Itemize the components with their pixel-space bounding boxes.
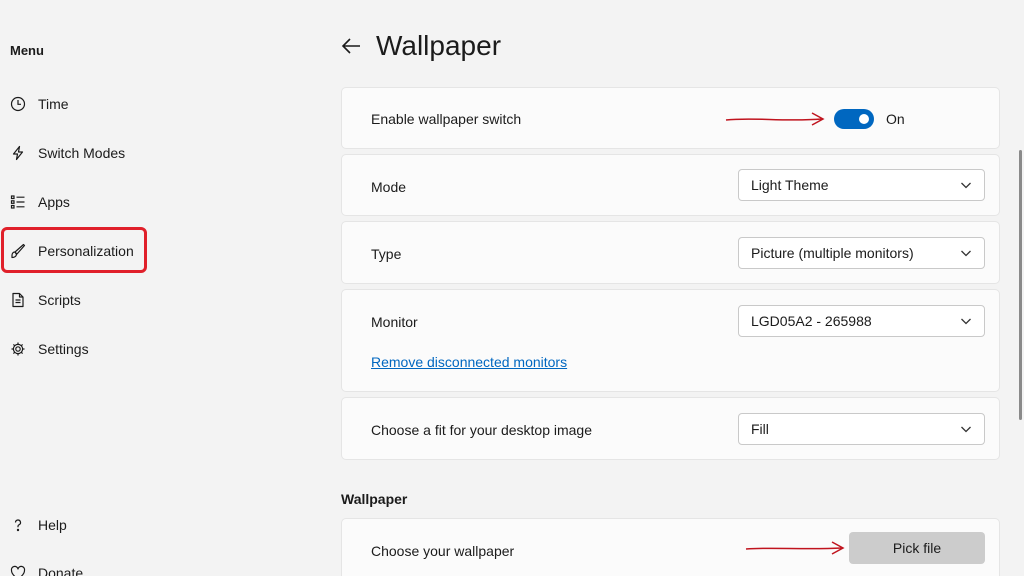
sidebar-item-label: Help	[38, 517, 67, 533]
sidebar-item-scripts[interactable]: Scripts	[10, 287, 81, 313]
document-icon	[10, 292, 26, 308]
back-arrow-icon[interactable]	[340, 35, 362, 57]
fit-dropdown-value: Fill	[751, 421, 769, 437]
chevron-down-icon	[961, 318, 971, 325]
sidebar-item-apps[interactable]: Apps	[10, 189, 70, 215]
enable-switch-label: Enable wallpaper switch	[371, 111, 522, 127]
fit-dropdown[interactable]: Fill	[738, 413, 985, 445]
mode-card: Mode Light Theme	[341, 154, 1000, 216]
page-header: Wallpaper	[340, 30, 501, 62]
fit-card: Choose a fit for your desktop image Fill	[341, 397, 1000, 460]
clock-icon	[10, 96, 26, 112]
sidebar-item-label: Personalization	[38, 243, 134, 259]
menu-title: Menu	[10, 43, 44, 58]
annotation-arrow-icon	[745, 541, 845, 555]
type-dropdown[interactable]: Picture (multiple monitors)	[738, 237, 985, 269]
sidebar-item-label: Donate	[38, 565, 84, 576]
brush-icon	[10, 243, 26, 259]
enable-switch-card: Enable wallpaper switch On	[341, 87, 1000, 149]
sidebar-item-label: Switch Modes	[38, 145, 126, 161]
question-icon	[10, 517, 26, 533]
remove-disconnected-monitors-link[interactable]: Remove disconnected monitors	[371, 354, 567, 370]
heart-icon	[10, 565, 26, 576]
lightning-icon	[10, 145, 26, 161]
chevron-down-icon	[961, 250, 971, 257]
monitor-dropdown-value: LGD05A2 - 265988	[751, 313, 872, 329]
sidebar-item-donate[interactable]: Donate	[10, 560, 83, 576]
sidebar-item-label: Scripts	[38, 292, 81, 308]
annotation-arrow-icon	[725, 112, 825, 126]
chevron-down-icon	[961, 426, 971, 433]
sidebar-item-settings[interactable]: Settings	[10, 336, 89, 362]
fit-label: Choose a fit for your desktop image	[371, 422, 593, 438]
scrollbar[interactable]	[1019, 150, 1022, 420]
monitor-card: Monitor LGD05A2 - 265988 Remove disconne…	[341, 289, 1000, 392]
sidebar-item-time[interactable]: Time	[10, 91, 69, 117]
mode-dropdown[interactable]: Light Theme	[738, 169, 985, 201]
sidebar-item-personalization[interactable]: Personalization	[10, 238, 134, 264]
chevron-down-icon	[961, 182, 971, 189]
gear-icon	[10, 341, 26, 357]
toggle-state-label: On	[886, 111, 905, 127]
choose-wallpaper-label: Choose your wallpaper	[371, 543, 515, 559]
type-dropdown-value: Picture (multiple monitors)	[751, 245, 914, 261]
pick-file-button[interactable]: Pick file	[849, 532, 985, 564]
sidebar-item-help[interactable]: Help	[10, 512, 67, 538]
monitor-label: Monitor	[371, 314, 418, 330]
list-icon	[10, 194, 26, 210]
page-title: Wallpaper	[376, 30, 502, 61]
sidebar-item-label: Settings	[38, 341, 89, 357]
sidebar-item-label: Apps	[38, 194, 70, 210]
sidebar-item-switch-modes[interactable]: Switch Modes	[10, 140, 125, 166]
sidebar-item-label: Time	[38, 96, 69, 112]
choose-wallpaper-card: Choose your wallpaper Pick file	[341, 518, 1000, 576]
wallpaper-section-heading: Wallpaper	[341, 491, 408, 507]
mode-label: Mode	[371, 179, 407, 195]
monitor-dropdown[interactable]: LGD05A2 - 265988	[738, 305, 985, 337]
type-card: Type Picture (multiple monitors)	[341, 221, 1000, 284]
mode-dropdown-value: Light Theme	[751, 177, 829, 193]
wallpaper-switch-toggle[interactable]	[834, 109, 874, 129]
type-label: Type	[371, 246, 402, 262]
sidebar: Menu Time Switch Modes Apps Personalizat…	[0, 0, 300, 576]
